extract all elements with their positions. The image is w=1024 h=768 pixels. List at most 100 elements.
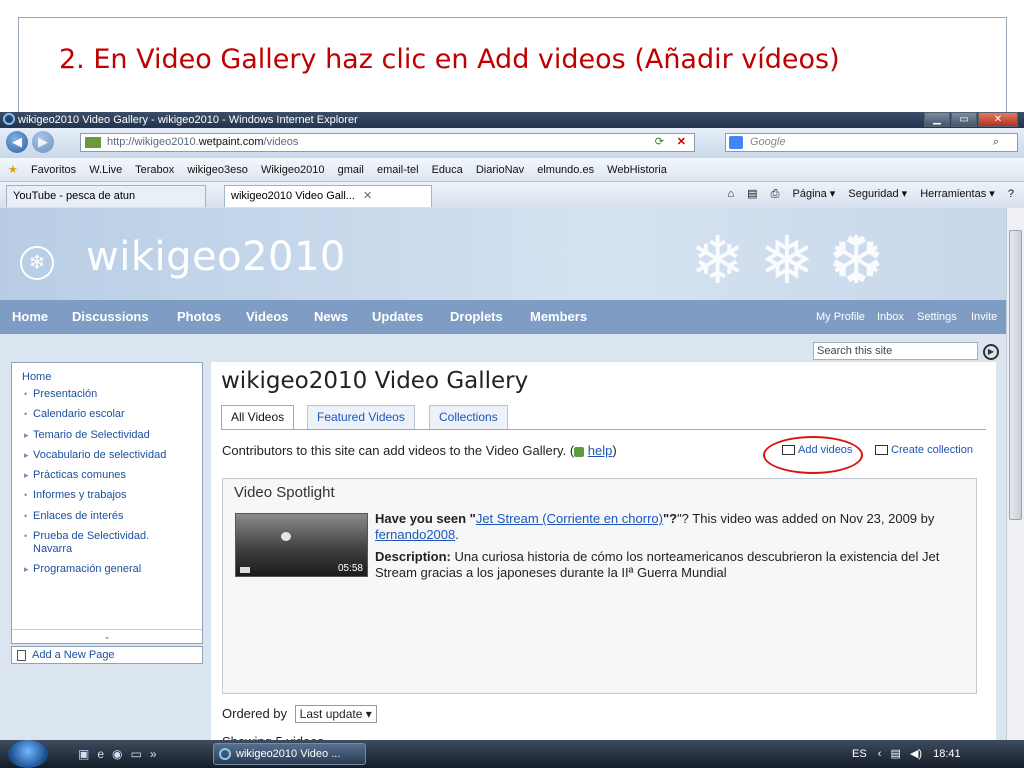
nav-home[interactable]: Home: [12, 300, 48, 334]
search-icon[interactable]: ⌕: [993, 134, 999, 151]
nav-news[interactable]: News: [314, 300, 348, 334]
cmd-security[interactable]: Seguridad ▾: [848, 188, 907, 200]
close-tab-icon[interactable]: ✕: [363, 190, 372, 202]
collection-icon: [875, 445, 888, 456]
fav-item[interactable]: DiarioNav: [476, 164, 524, 176]
sidebar-item[interactable]: Informes y trabajos: [24, 489, 200, 502]
system-tray: ES ‹ ▤ ◀) 18:41: [852, 740, 961, 768]
sidebar-item[interactable]: Programación general: [24, 563, 200, 576]
video-thumbnail[interactable]: 05:58: [235, 513, 368, 577]
snowflakes-decoration-icon: ❄❅❆: [690, 223, 898, 297]
page-viewport: ❄ wikigeo2010 ❄❅❆ Home Discussions Photo…: [0, 208, 1006, 746]
fav-item[interactable]: Wikigeo2010: [261, 164, 325, 176]
search-go-icon[interactable]: ▶: [983, 344, 999, 360]
sidebar-item[interactable]: Calendario escolar: [24, 408, 200, 421]
fav-item[interactable]: Educa: [432, 164, 463, 176]
forward-button[interactable]: ▶: [32, 131, 54, 153]
inbox-link[interactable]: Inbox: [877, 300, 904, 334]
contrib-text: Contributors to this site can add videos…: [222, 443, 575, 458]
stop-icon[interactable]: ✕: [677, 134, 686, 151]
task-label: wikigeo2010 Video ...: [236, 748, 341, 760]
add-page-label: Add a New Page: [32, 649, 115, 661]
window-icon[interactable]: ▭: [131, 747, 150, 761]
nav-photos[interactable]: Photos: [177, 300, 221, 334]
nav-updates[interactable]: Updates: [372, 300, 423, 334]
cmd-tools[interactable]: Herramientas ▾: [920, 188, 995, 200]
create-collection-button[interactable]: Create collection: [875, 444, 973, 456]
add-page-button[interactable]: Add a New Page: [11, 646, 203, 664]
ie-icon[interactable]: e: [97, 747, 112, 761]
help-link[interactable]: help: [588, 443, 613, 458]
sidebar-item[interactable]: Presentación: [24, 388, 200, 401]
fav-item[interactable]: wikigeo3eso: [187, 164, 248, 176]
nav-droplets[interactable]: Droplets: [450, 300, 503, 334]
fav-item[interactable]: WebHistoria: [607, 164, 667, 176]
site-search-input[interactable]: Search this site: [813, 342, 978, 360]
my-profile-link[interactable]: My Profile: [816, 300, 865, 334]
maximize-button[interactable]: ▭: [951, 112, 977, 127]
ordered-by-select[interactable]: Last update ▾: [294, 705, 377, 723]
scrollbar-thumb[interactable]: [1009, 230, 1022, 520]
start-button[interactable]: [8, 740, 48, 768]
slide-title: 2. En Video Gallery haz clic en Add vide…: [59, 44, 840, 75]
nav-members[interactable]: Members: [530, 300, 587, 334]
cmd-page[interactable]: Página ▾: [793, 188, 836, 200]
command-bar: ⌂ ▤ ⎙ Página ▾ Seguridad ▾ Herramientas …: [717, 187, 1014, 201]
sidebar-item[interactable]: Vocabulario de selectividad: [24, 449, 200, 462]
tab-featured-videos[interactable]: Featured Videos: [307, 405, 415, 429]
close-button[interactable]: ✕: [978, 112, 1018, 127]
settings-link[interactable]: Settings: [917, 300, 957, 334]
star-icon: ★: [8, 164, 18, 176]
spotlight-title: Video Spotlight: [234, 484, 335, 501]
fav-item[interactable]: Favoritos: [31, 164, 76, 176]
author-link[interactable]: fernando2008: [375, 527, 455, 542]
window-titlebar: wikigeo2010 Video Gallery - wikigeo2010 …: [0, 112, 1024, 128]
network-icon[interactable]: ▤: [890, 748, 900, 760]
more-icon[interactable]: »: [150, 747, 165, 761]
desktop-icon[interactable]: ▣: [78, 747, 97, 761]
site-name[interactable]: wikigeo2010: [86, 234, 346, 280]
fav-item[interactable]: elmundo.es: [537, 164, 594, 176]
feeds-icon[interactable]: ▤: [747, 188, 757, 200]
refresh-icon[interactable]: ⟳: [655, 134, 664, 151]
sidebar-item[interactable]: Temario de Selectividad: [24, 429, 200, 442]
volume-icon[interactable]: ◀): [910, 748, 922, 760]
minimize-button[interactable]: ▁: [924, 112, 950, 127]
sidebar-list: Presentación Calendario escolar Temario …: [24, 388, 200, 584]
help-icon[interactable]: ?: [1008, 188, 1014, 200]
url-path: /videos: [263, 136, 299, 148]
nav-videos[interactable]: Videos: [246, 300, 288, 334]
sidebar-item[interactable]: Enlaces de interés: [24, 510, 200, 523]
sidebar-item[interactable]: Prácticas comunes: [24, 469, 200, 482]
clock[interactable]: 18:41: [933, 748, 961, 760]
favorites-bar: ★ Favoritos W.Live Terabox wikigeo3eso W…: [0, 158, 1024, 182]
home-icon[interactable]: ⌂: [727, 188, 734, 200]
fav-item[interactable]: W.Live: [89, 164, 122, 176]
ordered-by-value: Last update: [299, 707, 363, 721]
nav-discussions[interactable]: Discussions: [72, 300, 149, 334]
fav-item[interactable]: email-tel: [377, 164, 419, 176]
tab-wikigeo[interactable]: wikigeo2010 Video Gall... ✕: [224, 185, 432, 207]
invite-link[interactable]: Invite: [971, 300, 997, 334]
added-text: "? This video was added on Nov 23, 2009 …: [677, 511, 935, 526]
tab-collections[interactable]: Collections: [429, 405, 508, 429]
tab-all-videos[interactable]: All Videos: [221, 405, 295, 429]
media-icon[interactable]: ◉: [112, 747, 130, 761]
language-indicator[interactable]: ES: [852, 748, 867, 760]
url-prefix: http://wikigeo2010.: [107, 136, 199, 148]
sidebar-item[interactable]: Prueba de Selectividad. Navarra: [24, 530, 174, 556]
print-icon[interactable]: ⎙: [771, 188, 780, 200]
taskbar-task-ie[interactable]: wikigeo2010 Video ...: [213, 743, 366, 765]
sidebar-home[interactable]: Home: [22, 371, 51, 383]
video-link[interactable]: Jet Stream (Corriente en chorro): [476, 511, 663, 526]
tab-youtube[interactable]: YouTube - pesca de atun: [6, 185, 206, 207]
browser-window: wikigeo2010 Video Gallery - wikigeo2010 …: [0, 112, 1024, 768]
tray-arrow-icon[interactable]: ‹: [878, 748, 882, 760]
url-field[interactable]: http://wikigeo2010.wetpaint.com/videos ⟳…: [80, 133, 695, 152]
sidebar-resize-handle[interactable]: ⌄: [12, 629, 202, 643]
fav-item[interactable]: Terabox: [135, 164, 174, 176]
vertical-scrollbar[interactable]: [1006, 208, 1024, 746]
fav-item[interactable]: gmail: [338, 164, 364, 176]
back-button[interactable]: ◀: [6, 131, 28, 153]
google-search-input[interactable]: Google ⌕: [725, 133, 1018, 152]
